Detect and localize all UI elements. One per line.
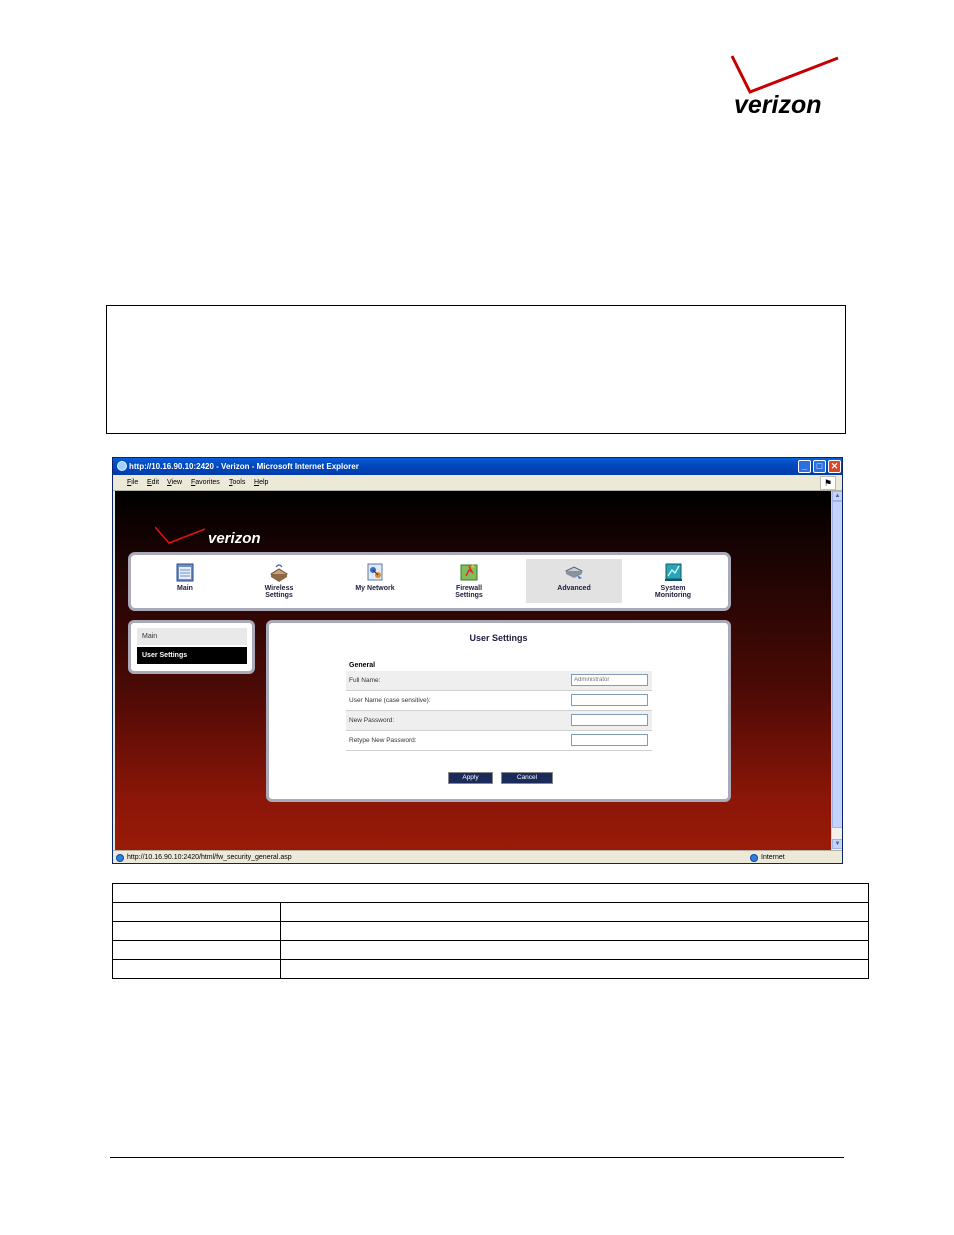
minimize-button[interactable]: _ xyxy=(798,460,811,473)
monitor-icon xyxy=(665,563,682,581)
retype-password-field[interactable] xyxy=(571,734,648,746)
nav-firewall-label: Firewall xyxy=(455,585,483,592)
sidebar: Main User Settings xyxy=(128,620,255,674)
parameter-table xyxy=(112,883,869,979)
page-title: User Settings xyxy=(469,633,528,643)
menu-tools[interactable]: Tools xyxy=(229,475,245,490)
user-name-field[interactable] xyxy=(571,694,648,706)
page-icon xyxy=(116,854,124,862)
nav-wireless-settings[interactable]: Wireless Settings xyxy=(231,559,327,603)
page-viewport: verizon Main Wireless Settings My Networ… xyxy=(115,491,831,850)
sidebar-item-main[interactable]: Main xyxy=(137,628,247,645)
form-row-retype-password: Retype New Password: xyxy=(346,731,652,751)
nav-monitoring-label: System xyxy=(660,585,686,592)
vertical-scrollbar[interactable]: ▲ ▼ xyxy=(831,491,842,850)
table-row xyxy=(112,940,869,960)
browser-window: http://10.16.90.10:2420 - Verizon - Micr… xyxy=(112,457,843,864)
nav-wireless-label: Wireless xyxy=(264,585,294,592)
apply-button[interactable]: Apply xyxy=(448,772,493,784)
form-row-new-password: New Password: xyxy=(346,711,652,731)
user-settings-form: General Full Name: User Name (case sensi… xyxy=(346,661,652,751)
scroll-up-arrow-icon[interactable]: ▲ xyxy=(832,491,842,501)
sidebar-item-user-settings[interactable]: User Settings xyxy=(137,647,247,664)
main-icon xyxy=(176,563,194,582)
status-url: http://10.16.90.10:2420/html/fw_security… xyxy=(127,854,292,861)
nav-advanced[interactable]: Advanced xyxy=(526,559,622,603)
scroll-thumb[interactable] xyxy=(832,501,842,828)
new-password-field[interactable] xyxy=(571,714,648,726)
form-row-full-name: Full Name: xyxy=(346,671,652,691)
menu-bar: File Edit View Favorites Tools Help ⚑ xyxy=(113,475,842,491)
new-password-label: New Password: xyxy=(349,717,395,724)
section-heading: General xyxy=(349,662,376,669)
windows-flag-icon: ⚑ xyxy=(820,476,836,490)
menu-favorites[interactable]: Favorites xyxy=(191,475,220,490)
menu-edit[interactable]: Edit xyxy=(147,475,159,490)
cancel-button[interactable]: Cancel xyxy=(501,772,553,784)
table-row xyxy=(112,902,869,922)
ie-icon xyxy=(117,461,127,471)
verizon-app-logo: verizon xyxy=(155,526,261,547)
window-title: http://10.16.90.10:2420 - Verizon - Micr… xyxy=(129,462,359,471)
advanced-icon xyxy=(564,566,584,579)
status-bar: http://10.16.90.10:2420/html/fw_security… xyxy=(113,850,842,863)
menu-file[interactable]: File xyxy=(127,475,138,490)
table-header-row xyxy=(112,883,869,903)
nav-my-network[interactable]: My Network xyxy=(327,559,423,603)
wireless-icon xyxy=(270,564,288,582)
table-row xyxy=(112,959,869,979)
network-icon xyxy=(367,563,383,581)
menu-help[interactable]: Help xyxy=(254,475,268,490)
maximize-button[interactable]: □ xyxy=(813,460,826,473)
nav-advanced-label: Advanced xyxy=(557,585,591,592)
status-zone: Internet xyxy=(761,854,785,861)
title-bar: http://10.16.90.10:2420 - Verizon - Micr… xyxy=(113,458,842,475)
note-box xyxy=(106,305,846,434)
user-name-label: User Name (case sensitive): xyxy=(349,697,431,704)
content-panel: User Settings General Full Name: User Na… xyxy=(266,620,731,802)
logo-text: verizon xyxy=(734,91,822,119)
nav-main-label: Main xyxy=(177,585,193,592)
nav-firewall-settings[interactable]: Firewall Settings xyxy=(421,559,517,603)
form-row-user-name: User Name (case sensitive): xyxy=(346,691,652,711)
app-logo-text: verizon xyxy=(208,530,261,547)
menu-view[interactable]: View xyxy=(167,475,182,490)
nav-system-monitoring[interactable]: System Monitoring xyxy=(625,559,721,603)
main-nav: Main Wireless Settings My Network Firewa… xyxy=(128,552,731,611)
firewall-icon xyxy=(460,564,478,581)
scroll-down-arrow-icon[interactable]: ▼ xyxy=(832,839,842,849)
footer-rule xyxy=(110,1157,844,1158)
internet-zone-icon xyxy=(750,854,758,862)
nav-network-label: My Network xyxy=(355,585,395,592)
retype-password-label: Retype New Password: xyxy=(349,737,417,744)
full-name-label: Full Name: xyxy=(349,677,381,684)
verizon-logo: verizon xyxy=(730,55,839,119)
nav-main[interactable]: Main xyxy=(137,559,233,603)
full-name-field[interactable] xyxy=(571,674,648,686)
table-row xyxy=(112,921,869,941)
close-button[interactable]: ✕ xyxy=(828,460,841,473)
